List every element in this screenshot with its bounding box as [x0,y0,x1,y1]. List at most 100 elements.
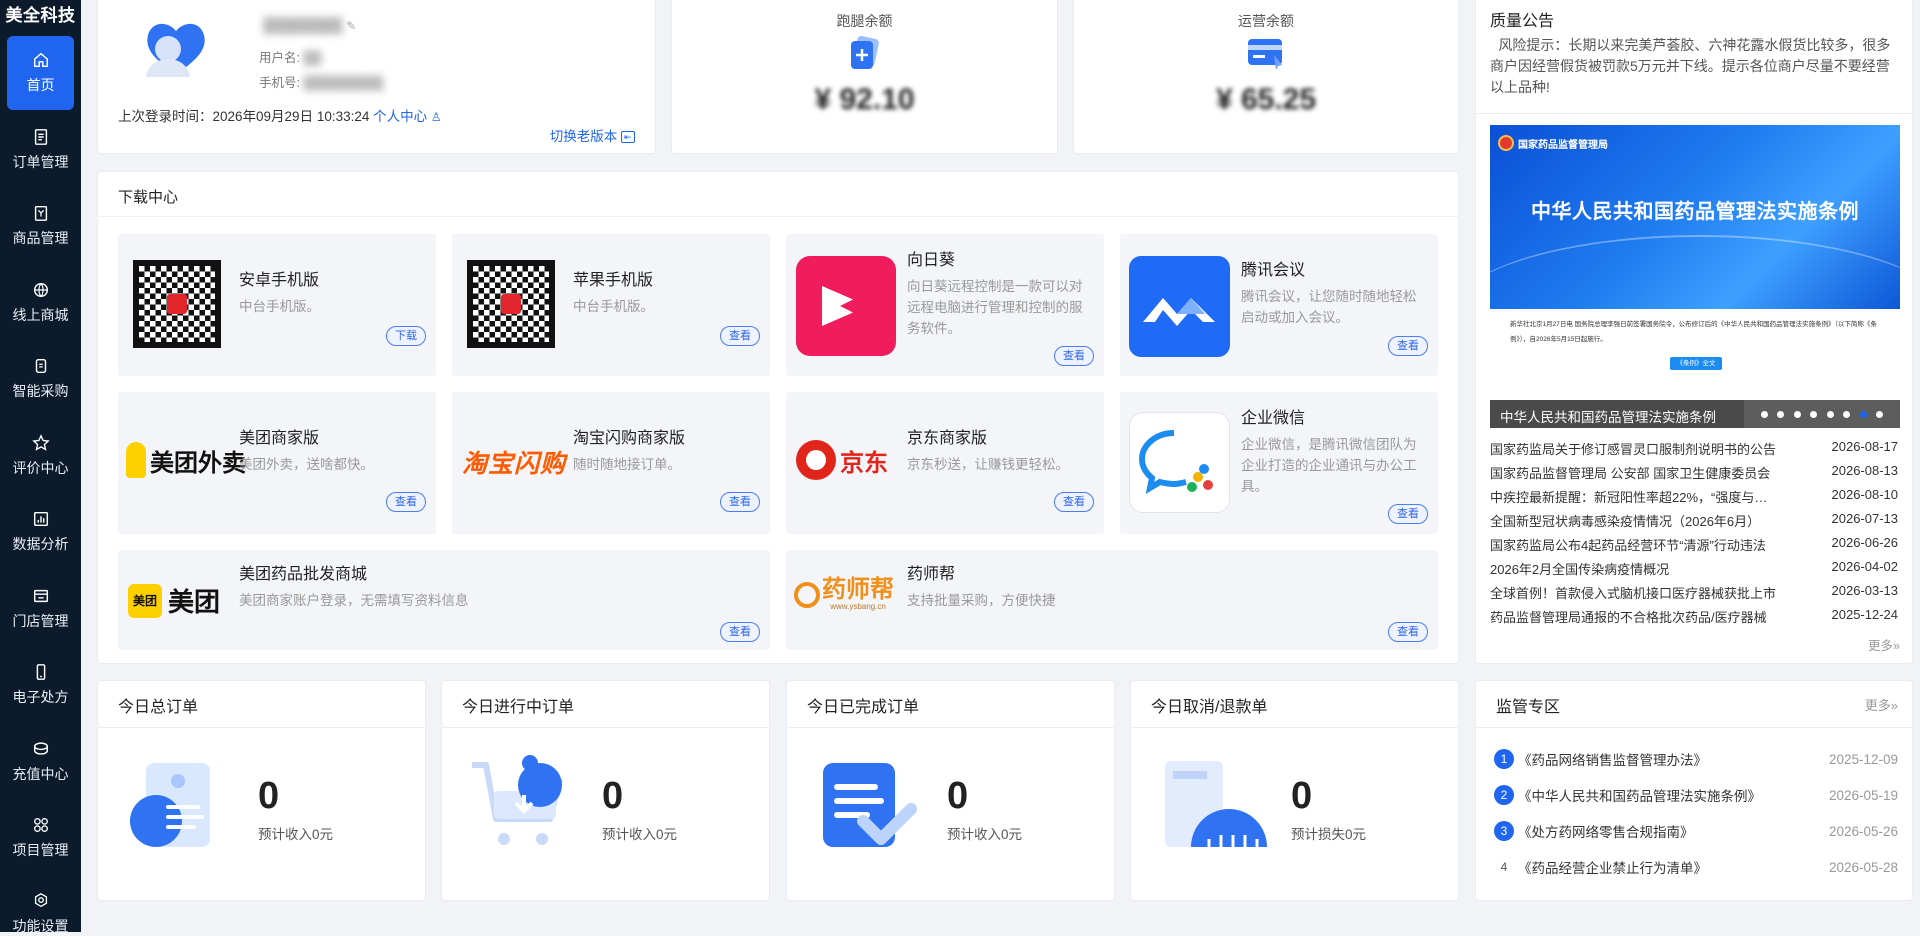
sidebar-item-products[interactable]: 商品管理 [7,189,74,263]
news-item[interactable]: 国家药监局关于修订感冒灵口服制剂说明书的公告 2026-08-17 [1490,439,1898,459]
stat-title: 今日取消/退款单 [1151,699,1268,716]
download-center-title: 下载中心 [118,189,179,206]
news-item[interactable]: 药品监督管理局通报的不合格批次药品/医疗器械 2025-12-24 [1490,607,1898,627]
news-item[interactable]: 全国新型冠状病毒感染疫情情况（2026年6月） 2026-07-13 [1490,511,1898,531]
carousel-dot[interactable] [1810,410,1818,418]
download-item-android[interactable]: 安卓手机版 中台手机版。 下载 [118,234,436,376]
wecom-view-button[interactable]: 查看 [1388,504,1428,524]
taobao-flash-view-button[interactable]: 查看 [720,492,760,512]
meituan-logo: 美团 美团 [128,582,220,619]
meituan-view-button[interactable]: 查看 [386,492,426,512]
username-label: 用户名: [259,51,300,65]
stat-value: 0 [258,775,280,817]
stat-card-completed: 今日已完成订单 0 预计收入0元 [786,680,1115,901]
download-item-meituan[interactable]: 美团外卖 美团商家版 美团外卖，送啥都快。 查看 [118,392,436,534]
news-item[interactable]: 国家药监局公布4起药品经营环节“清源”行动违法 2026-06-26 [1490,535,1898,555]
sidebar-item-e-prescription[interactable]: 电子处方 [7,648,74,722]
download-item-yaoshibang[interactable]: 药师帮 www.ysbang.cn 药师帮 支持批量采购，方便快捷 查看 [786,550,1438,650]
phone-icon [36,664,45,680]
download-item-name: 苹果手机版 [573,272,654,289]
regulation-item[interactable]: 2 《中华人民共和国药品管理法实施条例》 2026-05-19 [1494,783,1898,807]
regulation-item[interactable]: 1 《药品网络销售监督管理办法》 2025-12-09 [1494,747,1898,771]
quality-notice-title: 质量公告 [1490,13,1555,30]
banner-fulltext-button[interactable]: 《条例》全文 [1670,357,1722,370]
news-item[interactable]: 全球首例！首款侵入式脑机接口医疗器械获批上市 2026-03-13 [1490,583,1898,603]
download-item-desc: 中台手机版。 [239,299,320,314]
carousel-dot[interactable] [1793,410,1801,418]
sidebar-item-label: 智能采购 [12,383,69,399]
jd-view-button[interactable]: 查看 [1054,492,1094,512]
download-item-desc: 美团商家账户登录，无需填写资料信息 [239,593,469,608]
android-download-button[interactable]: 下载 [386,326,426,346]
news-more-link[interactable]: 更多» [1868,635,1900,654]
quality-notice-panel: 质量公告 风险提示：长期以来完美芦荟胶、六神花露水假货比较多，很多商户因经营假货… [1475,0,1913,664]
download-item-desc: 京东秒送，让赚钱更轻松。 [907,457,1069,472]
sidebar-item-label: 项目管理 [12,842,69,858]
chart-icon [33,511,48,527]
sunlogin-view-button[interactable]: 查看 [1054,346,1094,366]
operation-balance-amount: ¥ 65.25 [1215,83,1317,116]
stat-card-total-orders: 今日总订单 0 预计收入0元 [97,680,426,901]
sidebar-item-online-mall[interactable]: 线上商城 [7,266,74,340]
download-item-meituan-pharma[interactable]: 美团 美团 美团药品批发商城 美团商家账户登录，无需填写资料信息 查看 [118,550,770,650]
errand-balance-amount: ¥ 92.10 [814,83,915,116]
download-item-sunlogin[interactable]: 向日葵 向日葵远程控制是一款可以对远程电脑进行管理和控制的服务软件。 查看 [786,234,1104,376]
carousel-dot[interactable] [1826,410,1834,418]
regulation-item[interactable]: 3 《处方药网络零售合规指南》 2026-05-26 [1494,819,1898,843]
sidebar-item-analytics[interactable]: 数据分析 [7,495,74,569]
ios-view-button[interactable]: 查看 [720,326,760,346]
settings-icon [34,892,47,907]
tencent-meeting-view-button[interactable]: 查看 [1388,336,1428,356]
download-item-name: 企业微信 [1241,410,1306,427]
card-icon [1244,33,1288,76]
sidebar-item-label: 充值中心 [12,765,69,782]
completed-doc-icon [817,761,917,860]
sidebar-item-label: 首页 [26,77,55,93]
taobao-flash-logo: 淘宝闪购 [462,450,567,478]
sidebar-item-home[interactable]: 首页 [7,36,74,110]
meituan-pharma-view-button[interactable]: 查看 [720,622,760,642]
carousel-dot[interactable] [1777,410,1785,418]
sidebar-item-recharge[interactable]: 充值中心 [7,725,74,799]
download-item-name: 向日葵 [907,252,956,269]
cart-icon [468,751,574,860]
download-item-ios[interactable]: 苹果手机版 中台手机版。 查看 [452,234,770,376]
download-item-desc: 随时随地接订单。 [573,457,681,472]
personal-center-link[interactable]: 个人中心 [373,109,427,124]
carousel-dot[interactable] [1876,410,1884,418]
sidebar: 美全科技 首页 订单管理 商品管理 线上商城 智能采购 评价中心 数据分析 门店… [0,0,81,934]
stat-title: 今日进行中订单 [462,699,575,716]
sidebar-item-orders[interactable]: 订单管理 [7,113,74,187]
carousel-dot[interactable] [1843,410,1851,418]
carousel-dot-active[interactable] [1859,410,1867,418]
regulation-panel: 监管专区 更多» 1 《药品网络销售监督管理办法》 2025-12-09 2 《中华人… [1475,680,1913,901]
user-icon: ♙ [430,110,442,124]
sunlogin-logo [796,256,896,356]
yaoshibang-view-button[interactable]: 查看 [1388,622,1428,642]
operation-balance-card: 运营余额 ¥ 65.25 [1073,0,1459,154]
switch-old-version-link[interactable]: 切换老版本 ⇤ [550,125,635,145]
refund-gauge-icon [1161,759,1267,860]
news-banner[interactable]: 国家药品监督管理局 中华人民共和国药品管理法实施条例 新华社北京1月27日电 国… [1490,125,1900,395]
news-item[interactable]: 中疾控最新提醒：新冠阳性率超22%，“强度与传播” 2026-08-10 [1490,487,1898,507]
sidebar-item-reviews[interactable]: 评价中心 [7,419,74,493]
download-item-tencent-meeting[interactable]: 腾讯会议 腾讯会议，让您随时随地轻松启动或加入会议。 查看 [1120,234,1438,376]
news-item[interactable]: 2026年2月全国传染病疫情概况 2026-04-02 [1490,559,1898,579]
carousel-dot[interactable] [1760,410,1768,418]
sidebar-item-stores[interactable]: 门店管理 [7,572,74,646]
sidebar-item-settings[interactable]: 功能设置 [7,878,74,936]
news-item[interactable]: 国家药品监督管理局 公安部 国家卫生健康委员会 2026-08-13 [1490,463,1898,483]
sidebar-item-projects[interactable]: 项目管理 [7,801,74,875]
star-icon [31,433,50,451]
regulation-item[interactable]: 4 《药品经营企业禁止行为清单》 2026-05-28 [1494,855,1898,879]
sidebar-item-label: 电子处方 [12,689,69,705]
globe-icon [33,282,48,297]
sidebar-item-smart-purchase[interactable]: 智能采购 [7,342,74,416]
order-list-icon [128,759,228,860]
regulation-more-link[interactable]: 更多» [1865,695,1898,714]
double-chevron-right-icon: » [1893,639,1900,653]
banner-headline: 中华人民共和国药品管理法实施条例 [1531,201,1859,223]
download-item-wecom[interactable]: 企业微信 企业微信，是腾讯微信团队为企业打造的企业通讯与办公工具。 查看 [1120,392,1438,534]
download-item-jd[interactable]: 京东 京东商家版 京东秒送，让赚钱更轻松。 查看 [786,392,1104,534]
download-item-taobao-flash[interactable]: 淘宝闪购 淘宝闪购商家版 随时随地接订单。 查看 [452,392,770,534]
